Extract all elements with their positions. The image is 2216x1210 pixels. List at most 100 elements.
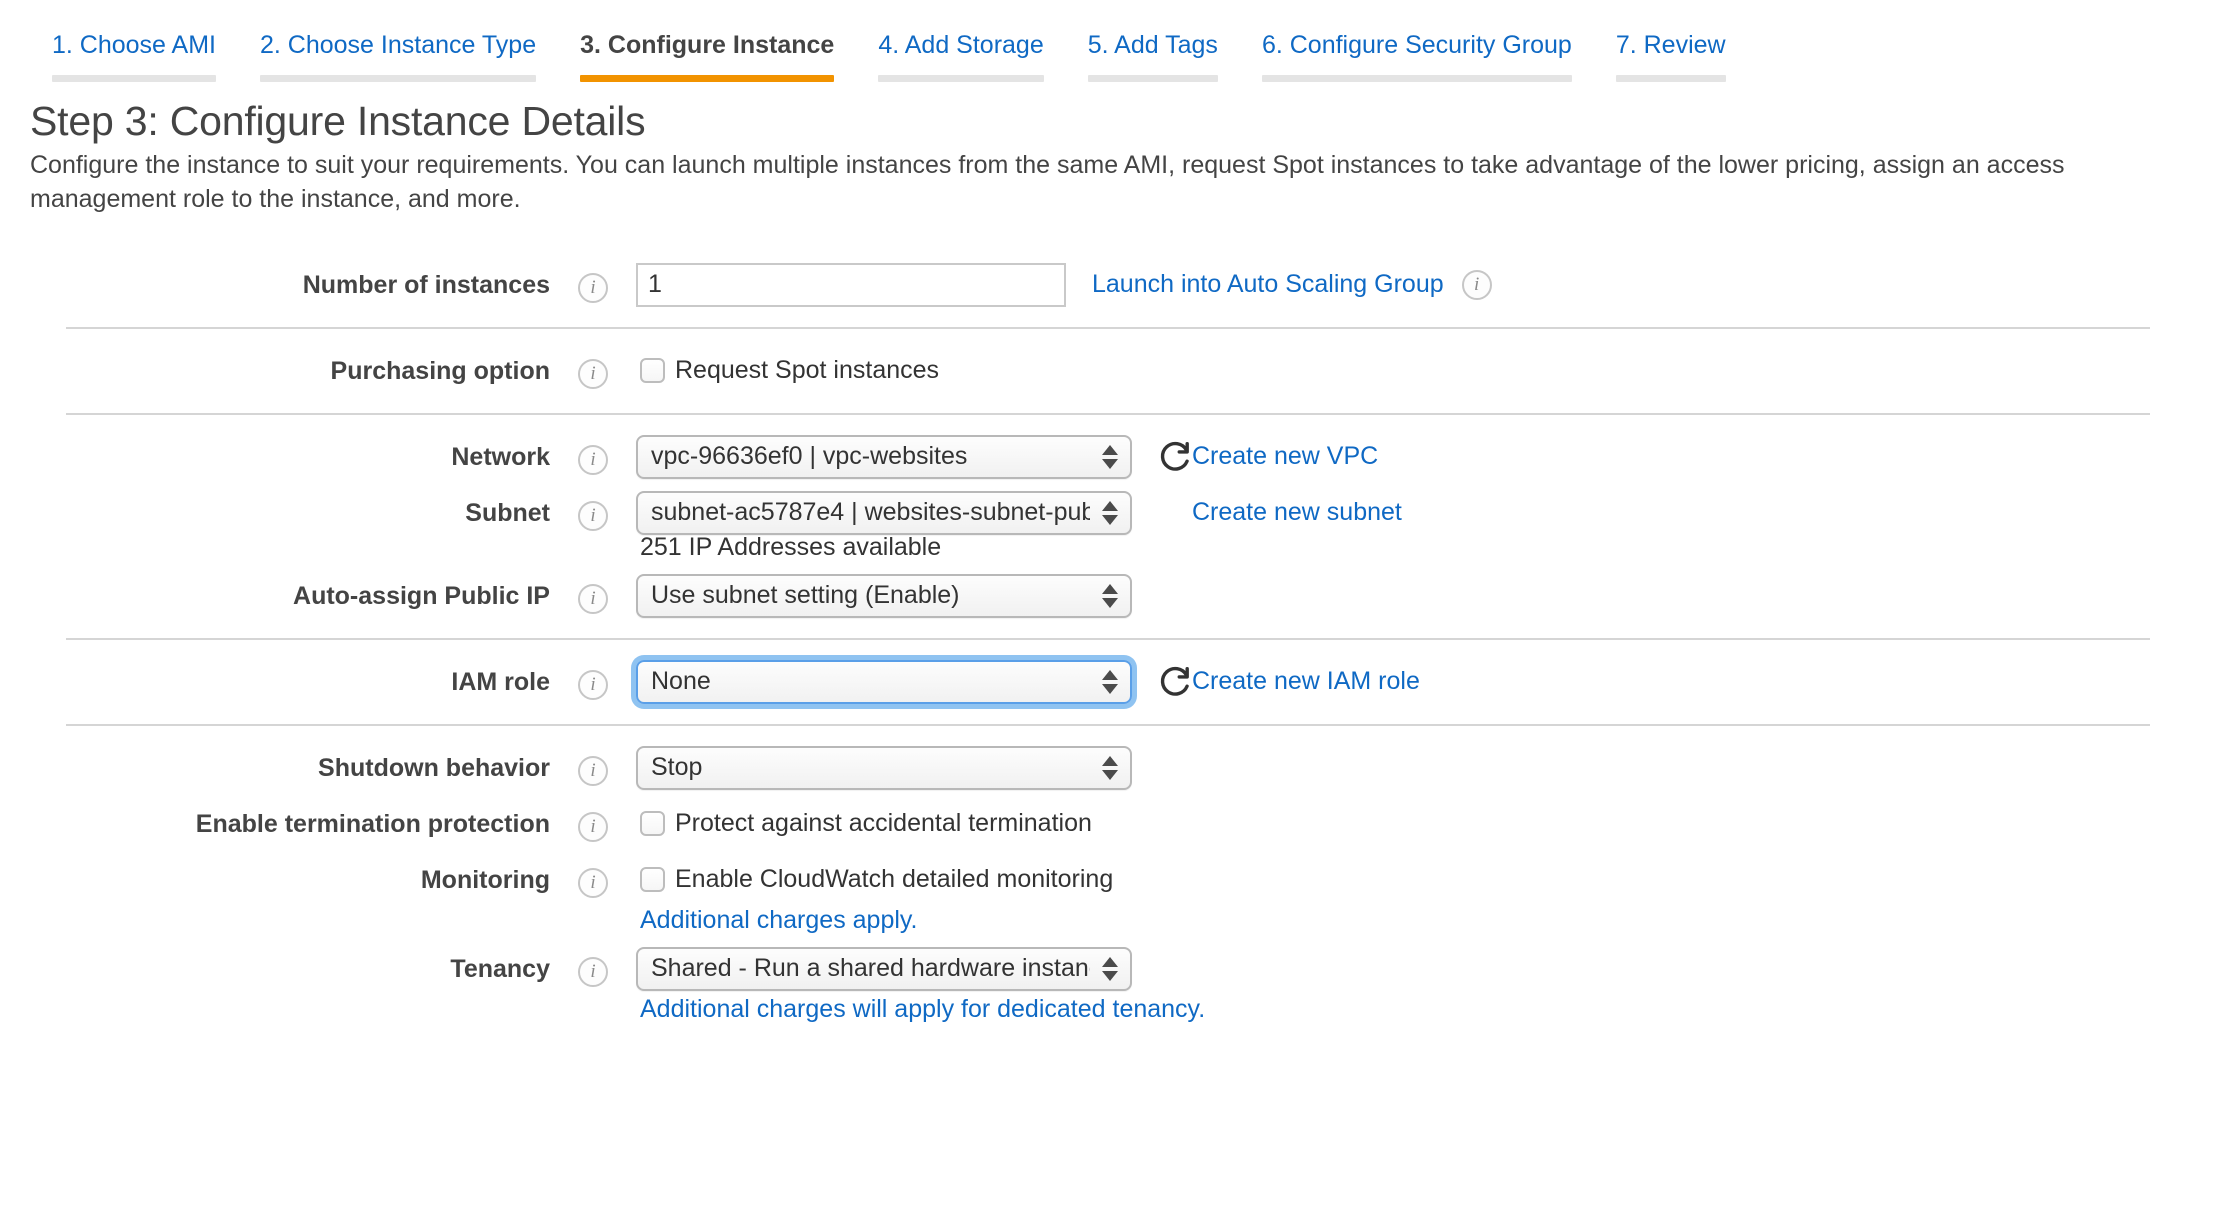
page-description: Configure the instance to suit your requ… (30, 149, 2186, 217)
configure-instance-form: Number of instances i Launch into Auto S… (0, 243, 2216, 1044)
stepper-arrows-icon (1102, 445, 1118, 469)
info-cell: i (550, 947, 636, 987)
tab-underline (260, 75, 536, 82)
info-cell: i (550, 660, 636, 700)
info-cell: i (550, 349, 636, 389)
tab-underline-active (580, 75, 834, 82)
monitoring-charges-link[interactable]: Additional charges apply. (636, 906, 1113, 935)
row-termination-protection: Enable termination protection i Protect … (60, 796, 2156, 852)
row-subnet: Subnet i subnet-ac5787e4 | websites-subn… (60, 485, 2156, 568)
row-shutdown-behavior: Shutdown behavior i Stop (60, 740, 2156, 796)
tab-configure-security-group[interactable]: 6. Configure Security Group (1240, 33, 1594, 82)
section-purchasing: Purchasing option i Request Spot instanc… (60, 329, 2156, 413)
create-new-iam-role-link[interactable]: Create new IAM role (1192, 667, 1420, 696)
tenancy-select[interactable]: Shared - Run a shared hardware instance (636, 947, 1132, 991)
tab-underline (1616, 75, 1726, 82)
control-purchasing-option: Request Spot instances (636, 349, 939, 393)
row-auto-assign-public-ip: Auto-assign Public IP i Use subnet setti… (60, 568, 2156, 624)
control-network: vpc-96636ef0 | vpc-websites Create new V… (636, 435, 1378, 479)
info-cell: i (550, 802, 636, 842)
label-purchasing-option: Purchasing option (60, 349, 550, 393)
tab-label: 5. Add Tags (1088, 33, 1218, 75)
tab-underline (1262, 75, 1572, 82)
tab-label: 2. Choose Instance Type (260, 33, 536, 75)
row-network: Network i vpc-96636ef0 | vpc-websites (60, 429, 2156, 485)
launch-into-auto-scaling-group-link[interactable]: Launch into Auto Scaling Group (1092, 270, 1444, 299)
create-new-vpc-link[interactable]: Create new VPC (1192, 442, 1378, 471)
label-network: Network (60, 435, 550, 479)
tab-add-tags[interactable]: 5. Add Tags (1066, 33, 1240, 82)
tab-underline (52, 75, 216, 82)
row-iam-role: IAM role i None Create new (60, 654, 2156, 710)
subnet-select[interactable]: subnet-ac5787e4 | websites-subnet-public… (636, 491, 1132, 535)
refresh-icon[interactable] (1158, 665, 1192, 699)
monitoring-label: Enable CloudWatch detailed monitoring (675, 865, 1113, 894)
tab-underline (878, 75, 1043, 82)
info-icon[interactable]: i (578, 273, 608, 303)
row-number-of-instances: Number of instances i Launch into Auto S… (60, 257, 2156, 313)
label-number-of-instances: Number of instances (60, 263, 550, 307)
stepper-arrows-icon (1102, 584, 1118, 608)
subnet-ip-availability: 251 IP Addresses available (636, 533, 1402, 562)
info-icon[interactable]: i (578, 584, 608, 614)
section-instances: Number of instances i Launch into Auto S… (60, 243, 2156, 327)
label-shutdown-behavior: Shutdown behavior (60, 746, 550, 790)
tab-label: 3. Configure Instance (580, 33, 834, 75)
wizard-tab-bar: 1. Choose AMI 2. Choose Instance Type 3.… (0, 0, 2216, 82)
termination-protection-label: Protect against accidental termination (675, 809, 1092, 838)
info-icon[interactable]: i (578, 812, 608, 842)
shutdown-behavior-select[interactable]: Stop (636, 746, 1132, 790)
info-icon[interactable]: i (578, 756, 608, 786)
info-icon[interactable]: i (578, 957, 608, 987)
stepper-arrows-icon (1102, 756, 1118, 780)
iam-role-select[interactable]: None (636, 660, 1132, 704)
control-auto-assign-public-ip: Use subnet setting (Enable) (636, 574, 1132, 618)
auto-assign-public-ip-select[interactable]: Use subnet setting (Enable) (636, 574, 1132, 618)
create-new-subnet-link[interactable]: Create new subnet (1192, 498, 1402, 527)
tab-label: 4. Add Storage (878, 33, 1043, 75)
control-tenancy: Shared - Run a shared hardware instance … (636, 947, 1205, 1024)
info-cell: i (550, 263, 636, 303)
network-select[interactable]: vpc-96636ef0 | vpc-websites (636, 435, 1132, 479)
network-select-value: vpc-96636ef0 | vpc-websites (651, 442, 967, 471)
number-of-instances-input[interactable] (636, 263, 1066, 307)
tab-label: 7. Review (1616, 33, 1726, 75)
info-icon[interactable]: i (578, 501, 608, 531)
tab-review[interactable]: 7. Review (1594, 33, 1748, 82)
auto-assign-public-ip-value: Use subnet setting (Enable) (651, 581, 960, 610)
label-tenancy: Tenancy (60, 947, 550, 991)
tab-add-storage[interactable]: 4. Add Storage (856, 33, 1065, 82)
section-network: Network i vpc-96636ef0 | vpc-websites (60, 415, 2156, 638)
stepper-arrows-icon (1102, 670, 1118, 694)
control-number-of-instances: Launch into Auto Scaling Group i (636, 263, 1492, 307)
termination-protection-checkbox[interactable] (640, 811, 665, 836)
info-icon[interactable]: i (578, 445, 608, 475)
subnet-select-value: subnet-ac5787e4 | websites-subnet-public… (651, 498, 1090, 527)
control-iam-role: None Create new IAM role (636, 660, 1420, 704)
stepper-arrows-icon (1102, 957, 1118, 981)
tenancy-charges-link[interactable]: Additional charges will apply for dedica… (636, 995, 1205, 1024)
tab-choose-ami[interactable]: 1. Choose AMI (30, 33, 238, 82)
stepper-arrows-icon (1102, 501, 1118, 525)
page-header: Step 3: Configure Instance Details Confi… (0, 82, 2216, 217)
info-cell: i (550, 574, 636, 614)
tab-label: 1. Choose AMI (52, 33, 216, 75)
label-iam-role: IAM role (60, 660, 550, 704)
tab-choose-instance-type[interactable]: 2. Choose Instance Type (238, 33, 558, 82)
monitoring-checkbox[interactable] (640, 867, 665, 892)
info-icon[interactable]: i (578, 670, 608, 700)
request-spot-instances-checkbox[interactable] (640, 358, 665, 383)
request-spot-instances-label: Request Spot instances (675, 356, 939, 385)
row-purchasing-option: Purchasing option i Request Spot instanc… (60, 343, 2156, 399)
label-monitoring: Monitoring (60, 858, 550, 902)
refresh-icon[interactable] (1158, 440, 1192, 474)
tab-underline (1088, 75, 1218, 82)
control-shutdown-behavior: Stop (636, 746, 1132, 790)
info-cell: i (550, 491, 636, 531)
section-iam: IAM role i None Create new (60, 640, 2156, 724)
tenancy-select-value: Shared - Run a shared hardware instance (651, 954, 1090, 983)
tab-configure-instance[interactable]: 3. Configure Instance (558, 33, 856, 82)
info-icon[interactable]: i (578, 359, 608, 389)
info-icon[interactable]: i (578, 868, 608, 898)
info-icon[interactable]: i (1462, 270, 1492, 300)
